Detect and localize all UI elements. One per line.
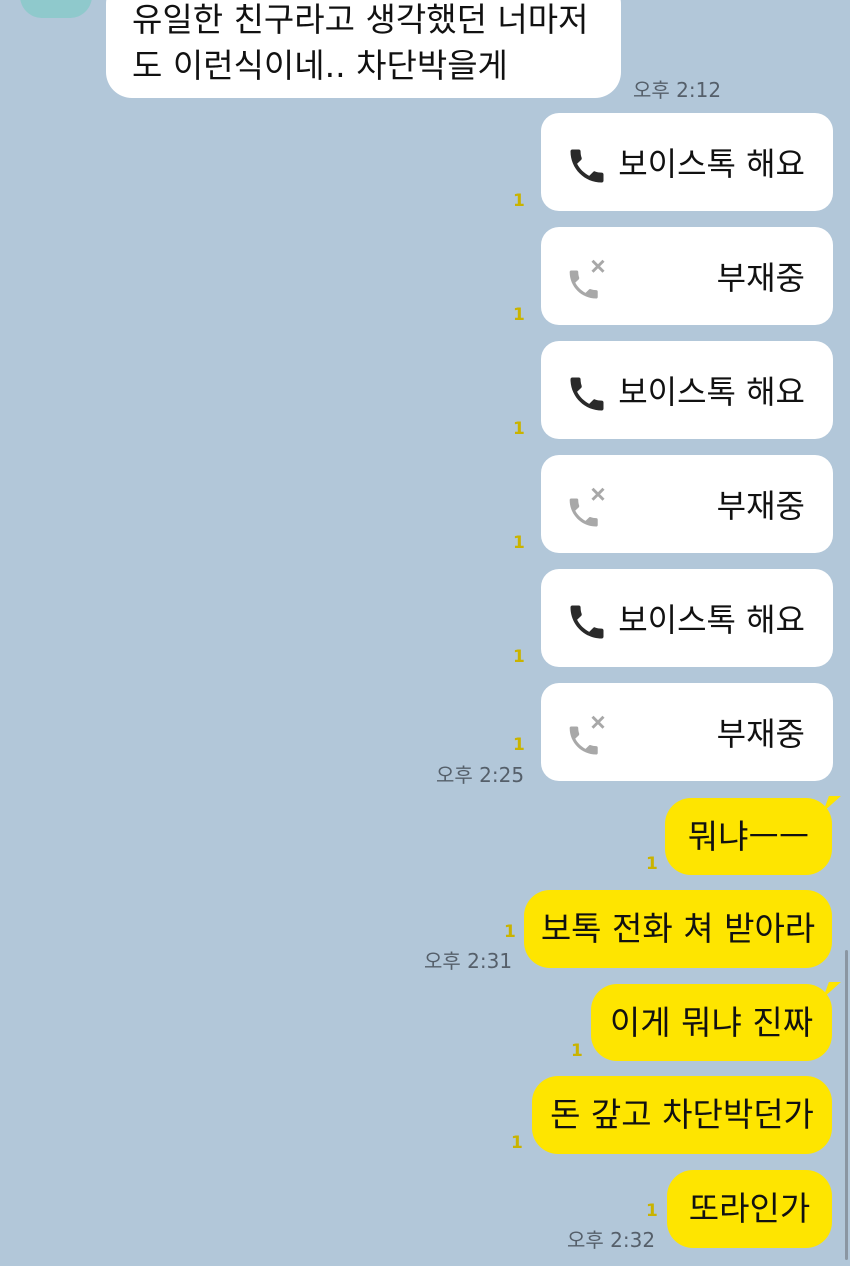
voice-call-card[interactable]: 보이스톡 해요 bbox=[541, 341, 833, 439]
voice-call-card[interactable]: 보이스톡 해요 bbox=[541, 569, 833, 667]
unread-count: 1 bbox=[646, 854, 658, 874]
voice-call-card[interactable]: 보이스톡 해요 bbox=[541, 113, 833, 211]
phone-icon bbox=[570, 377, 604, 411]
unread-count: 1 bbox=[571, 1041, 583, 1061]
phone-icon bbox=[570, 149, 604, 183]
message-text: 이게 뭐냐 진짜 bbox=[609, 1002, 814, 1042]
message-timestamp: 오후 2:12 bbox=[633, 78, 722, 102]
call-label: 부재중 bbox=[716, 487, 805, 525]
outgoing-message-bubble[interactable]: 또라인가 bbox=[667, 1170, 832, 1248]
call-label: 부재중 bbox=[716, 259, 805, 297]
missed-call-icon bbox=[569, 715, 605, 755]
missed-call-card[interactable]: 부재중 bbox=[541, 683, 833, 781]
phone-icon bbox=[570, 605, 604, 639]
unread-count: 1 bbox=[511, 1133, 523, 1153]
unread-count: 1 bbox=[513, 305, 525, 325]
outgoing-message-bubble[interactable]: 이게 뭐냐 진짜 bbox=[591, 984, 832, 1061]
message-text: 또라인가 bbox=[688, 1189, 811, 1228]
message-timestamp: 오후 2:31 bbox=[424, 949, 513, 973]
missed-call-card[interactable]: 부재중 bbox=[541, 455, 833, 553]
unread-count: 1 bbox=[504, 922, 516, 942]
unread-count: 1 bbox=[513, 735, 525, 755]
unread-count: 1 bbox=[513, 533, 525, 553]
avatar[interactable] bbox=[20, 0, 92, 18]
missed-call-icon bbox=[569, 487, 605, 527]
scrollbar[interactable] bbox=[845, 950, 848, 1260]
unread-count: 1 bbox=[646, 1201, 658, 1221]
call-label: 보이스톡 해요 bbox=[618, 373, 805, 411]
missed-call-icon bbox=[569, 259, 605, 299]
unread-count: 1 bbox=[513, 191, 525, 211]
message-text: 보톡 전화 쳐 받아라 bbox=[540, 909, 816, 948]
message-timestamp: 오후 2:25 bbox=[436, 763, 525, 787]
message-text: 돈 갚고 차단박던가 bbox=[550, 1095, 814, 1134]
call-label: 보이스톡 해요 bbox=[618, 145, 805, 183]
missed-call-card[interactable]: 부재중 bbox=[541, 227, 833, 325]
call-label: 보이스톡 해요 bbox=[618, 601, 805, 639]
message-timestamp: 오후 2:32 bbox=[567, 1228, 656, 1252]
unread-count: 1 bbox=[513, 647, 525, 667]
message-text: 뭐냐ㅡㅡ bbox=[687, 816, 810, 856]
outgoing-message-bubble[interactable]: 보톡 전화 쳐 받아라 bbox=[524, 890, 832, 968]
outgoing-message-bubble[interactable]: 돈 갚고 차단박던가 bbox=[532, 1076, 832, 1154]
unread-count: 1 bbox=[513, 419, 525, 439]
outgoing-message-bubble[interactable]: 뭐냐ㅡㅡ bbox=[665, 798, 832, 875]
incoming-message-bubble[interactable]: 유일한 친구라고 생각했던 너마저 도 이런식이네.. 차단박을게 bbox=[106, 0, 621, 98]
call-label: 부재중 bbox=[716, 715, 805, 753]
incoming-message-line-2: 도 이런식이네.. 차단박을게 bbox=[132, 46, 508, 85]
incoming-message-line-1: 유일한 친구라고 생각했던 너마저 bbox=[132, 0, 589, 39]
